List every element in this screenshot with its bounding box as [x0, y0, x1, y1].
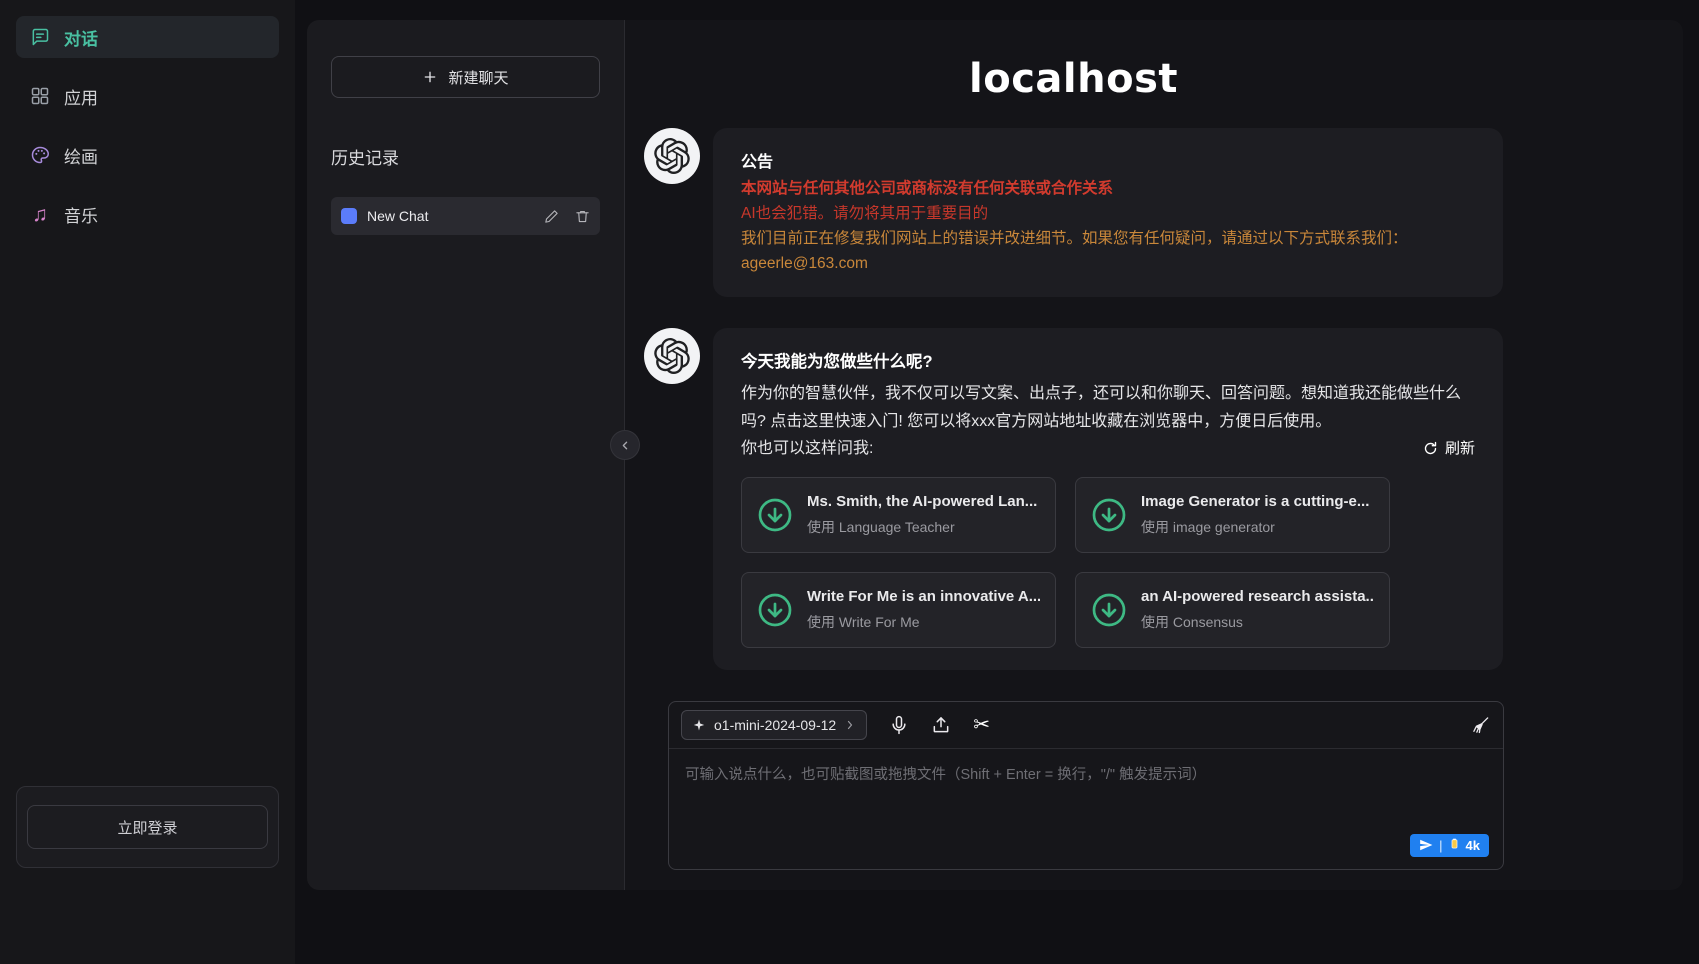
- history-title: 历史记录: [331, 144, 600, 169]
- sidebar-item-music[interactable]: ♫ 音乐: [16, 193, 279, 235]
- page-title: localhost: [644, 56, 1503, 102]
- app-sidebar: 对话 应用 绘画 ♫ 音乐 立即登录: [0, 0, 295, 964]
- suggestion-card[interactable]: Ms. Smith, the AI-powered Lan... 使用 Lang…: [741, 477, 1056, 553]
- composer-toolbar: o1-mini-2024-09-12: [669, 702, 1503, 749]
- send-divider: |: [1439, 838, 1442, 853]
- music-note-icon: ♫: [30, 204, 50, 225]
- suggestion-subtitle: 使用 Language Teacher: [807, 517, 1037, 537]
- suggestion-subtitle: 使用 Write For Me: [807, 612, 1040, 632]
- sidebar-item-apps[interactable]: 应用: [16, 75, 279, 117]
- announcement-line-2: AI也会犯错。请勿将其用于重要目的: [741, 203, 1475, 225]
- message-input[interactable]: [685, 763, 1487, 827]
- sidebar-item-drawing[interactable]: 绘画: [16, 134, 279, 176]
- chat-history-item[interactable]: New Chat: [331, 197, 600, 235]
- apps-grid-icon: [30, 86, 50, 106]
- palette-icon: [30, 145, 50, 165]
- chat-item-title: New Chat: [367, 208, 528, 224]
- suggestion-title: Write For Me is an innovative A...: [807, 588, 1040, 605]
- welcome-bubble: 今天我能为您做些什么呢? 作为你的智慧伙伴，我不仅可以写文案、出点子，还可以和你…: [713, 328, 1503, 670]
- send-button[interactable]: | 4k: [1410, 834, 1489, 857]
- assistant-avatar: [644, 128, 700, 184]
- edit-chat-icon[interactable]: [544, 209, 559, 224]
- battery-icon: [1449, 838, 1460, 852]
- welcome-heading: 今天我能为您做些什么呢?: [741, 348, 1475, 372]
- announcement-heading: 公告: [741, 148, 1475, 172]
- delete-chat-icon[interactable]: [575, 209, 590, 224]
- upload-icon[interactable]: [931, 715, 951, 735]
- refresh-label: 刷新: [1445, 436, 1475, 462]
- scissors-icon[interactable]: ✂: [973, 715, 990, 735]
- sparkle-icon: [692, 718, 706, 732]
- announcement-line-3: 我们目前正在修复我们网站上的错误并改进细节。如果您有任何疑问，请通过以下方式联系…: [741, 228, 1475, 250]
- chat-color-swatch: [341, 208, 357, 224]
- message-composer: o1-mini-2024-09-12: [668, 701, 1504, 870]
- suggestion-subtitle: 使用 image generator: [1141, 517, 1369, 537]
- refresh-icon: [1423, 441, 1438, 456]
- openai-logo-icon: [654, 138, 690, 174]
- chat-bubble-icon: [30, 27, 50, 47]
- refresh-suggestions-button[interactable]: 刷新: [1423, 436, 1475, 462]
- announcement-bubble: 公告 本网站与任何其他公司或商标没有任何关联或合作关系 AI也会犯错。请勿将其用…: [713, 128, 1503, 297]
- chevron-left-icon: [619, 439, 632, 452]
- suggestion-subtitle: 使用 Consensus: [1141, 612, 1374, 632]
- assistant-message-announcement: 公告 本网站与任何其他公司或商标没有任何关联或合作关系 AI也会犯错。请勿将其用…: [644, 128, 1503, 297]
- chat-list-panel: 新建聊天 历史记录 New Chat: [307, 20, 625, 890]
- plus-icon: [422, 69, 438, 85]
- suggestion-title: Ms. Smith, the AI-powered Lan...: [807, 493, 1037, 510]
- arrow-down-circle-icon: [757, 592, 793, 628]
- suggestion-title: an AI-powered research assista...: [1141, 588, 1374, 605]
- composer-body: | 4k: [669, 749, 1503, 869]
- chevron-right-icon: [844, 719, 856, 731]
- arrow-down-circle-icon: [1091, 497, 1127, 533]
- new-chat-label: 新建聊天: [448, 67, 508, 88]
- sidebar-item-chat[interactable]: 对话: [16, 16, 279, 58]
- assistant-message-welcome: 今天我能为您做些什么呢? 作为你的智慧伙伴，我不仅可以写文案、出点子，还可以和你…: [644, 328, 1503, 670]
- arrow-down-circle-icon: [757, 497, 793, 533]
- assistant-avatar: [644, 328, 700, 384]
- model-label: o1-mini-2024-09-12: [714, 717, 836, 733]
- suggestion-grid: Ms. Smith, the AI-powered Lan... 使用 Lang…: [741, 477, 1475, 648]
- suggestion-card[interactable]: Image Generator is a cutting-e... 使用 ima…: [1075, 477, 1390, 553]
- login-button[interactable]: 立即登录: [27, 805, 268, 849]
- suggestion-title: Image Generator is a cutting-e...: [1141, 493, 1369, 510]
- contact-email-link[interactable]: ageerle@163.com: [741, 255, 868, 272]
- openai-logo-icon: [654, 338, 690, 374]
- login-panel: 立即登录: [16, 786, 279, 868]
- send-plane-icon: [1419, 838, 1433, 852]
- welcome-body: 作为你的智慧伙伴，我不仅可以写文案、出点子，还可以和你聊天、回答问题。想知道我还…: [741, 380, 1475, 435]
- broom-icon[interactable]: [1471, 715, 1491, 735]
- sidebar-item-label: 绘画: [64, 143, 98, 168]
- ask-hint: 你也可以这样问我:: [741, 435, 873, 463]
- chat-main-panel: localhost 公告 本网站与任何其他公司或商标没有任何关联或合作关系 AI…: [625, 20, 1683, 890]
- model-selector[interactable]: o1-mini-2024-09-12: [681, 710, 867, 740]
- announcement-line-1: 本网站与任何其他公司或商标没有任何关联或合作关系: [741, 178, 1475, 200]
- chat-workspace: 新建聊天 历史记录 New Chat localhost: [307, 20, 1683, 890]
- new-chat-button[interactable]: 新建聊天: [331, 56, 600, 98]
- sidebar-item-label: 对话: [64, 25, 98, 50]
- collapse-sidebar-button[interactable]: [611, 431, 639, 459]
- sidebar-item-label: 应用: [64, 84, 98, 109]
- sidebar-item-label: 音乐: [64, 202, 98, 227]
- microphone-icon[interactable]: [889, 715, 909, 735]
- suggestion-card[interactable]: Write For Me is an innovative A... 使用 Wr…: [741, 572, 1056, 648]
- token-count: 4k: [1466, 838, 1480, 853]
- arrow-down-circle-icon: [1091, 592, 1127, 628]
- suggestion-card[interactable]: an AI-powered research assista... 使用 Con…: [1075, 572, 1390, 648]
